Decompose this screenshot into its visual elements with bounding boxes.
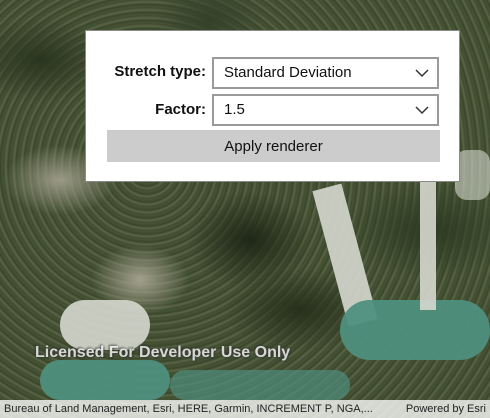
stretch-type-value: Standard Deviation (224, 64, 352, 81)
developer-watermark: Licensed For Developer Use Only (35, 344, 291, 361)
factor-dropdown[interactable]: 1.5 (212, 94, 439, 126)
lake-water (340, 300, 490, 360)
renderer-settings-panel: Stretch type: Standard Deviation Factor:… (85, 30, 460, 182)
shoreline (60, 300, 150, 350)
lake-water (40, 360, 170, 400)
powered-by-esri[interactable]: Powered by Esri (406, 400, 486, 418)
factor-value: 1.5 (224, 101, 245, 118)
shoreline (455, 150, 490, 200)
lake-water (170, 370, 350, 400)
factor-label: Factor: (155, 101, 206, 118)
chevron-down-icon (415, 106, 429, 115)
stretch-type-dropdown[interactable]: Standard Deviation (212, 57, 439, 89)
attribution-text[interactable]: Bureau of Land Management, Esri, HERE, G… (4, 400, 389, 418)
shoreline (420, 180, 436, 310)
apply-renderer-button[interactable]: Apply renderer (107, 130, 440, 162)
stretch-type-label: Stretch type: (114, 63, 206, 80)
attribution-bar[interactable]: Bureau of Land Management, Esri, HERE, G… (0, 400, 490, 418)
chevron-down-icon (415, 69, 429, 78)
